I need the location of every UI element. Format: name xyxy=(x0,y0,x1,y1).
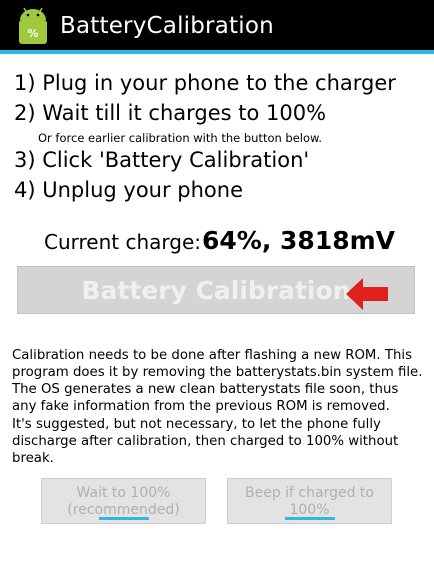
svg-text:%: % xyxy=(27,27,38,40)
step-4: 4) Unplug your phone xyxy=(14,178,244,202)
wait-to-100-label: Wait to 100% (recommended) xyxy=(67,485,180,518)
wait-to-100-toggle[interactable]: Wait to 100% (recommended) xyxy=(41,478,206,524)
beep-if-charged-indicator xyxy=(285,517,335,520)
red-arrow-icon xyxy=(346,278,388,310)
current-charge-label: Current charge: xyxy=(44,230,202,254)
step-1: 1) Plug in your phone to the charger xyxy=(14,71,396,95)
step-2: 2) Wait till it charges to 100% xyxy=(14,101,327,125)
action-bar-divider xyxy=(0,50,434,54)
beep-if-charged-label: Beep if charged to 100% xyxy=(245,485,374,518)
current-charge-value: 64%, 3818mV xyxy=(202,226,396,255)
android-battery-icon: % xyxy=(19,7,47,44)
action-bar: % BatteryCalibration xyxy=(0,0,434,54)
info-paragraph-2: It's suggested, but not necessary, to le… xyxy=(12,417,399,466)
step-3: 3) Click 'Battery Calibration' xyxy=(14,148,310,172)
beep-if-charged-toggle[interactable]: Beep if charged to 100% xyxy=(227,478,392,524)
info-paragraph-1: Calibration needs to be done after flash… xyxy=(12,348,423,414)
app-title: BatteryCalibration xyxy=(60,13,274,39)
wait-to-100-indicator xyxy=(99,517,149,520)
steps-note: Or force earlier calibration with the bu… xyxy=(38,131,323,145)
